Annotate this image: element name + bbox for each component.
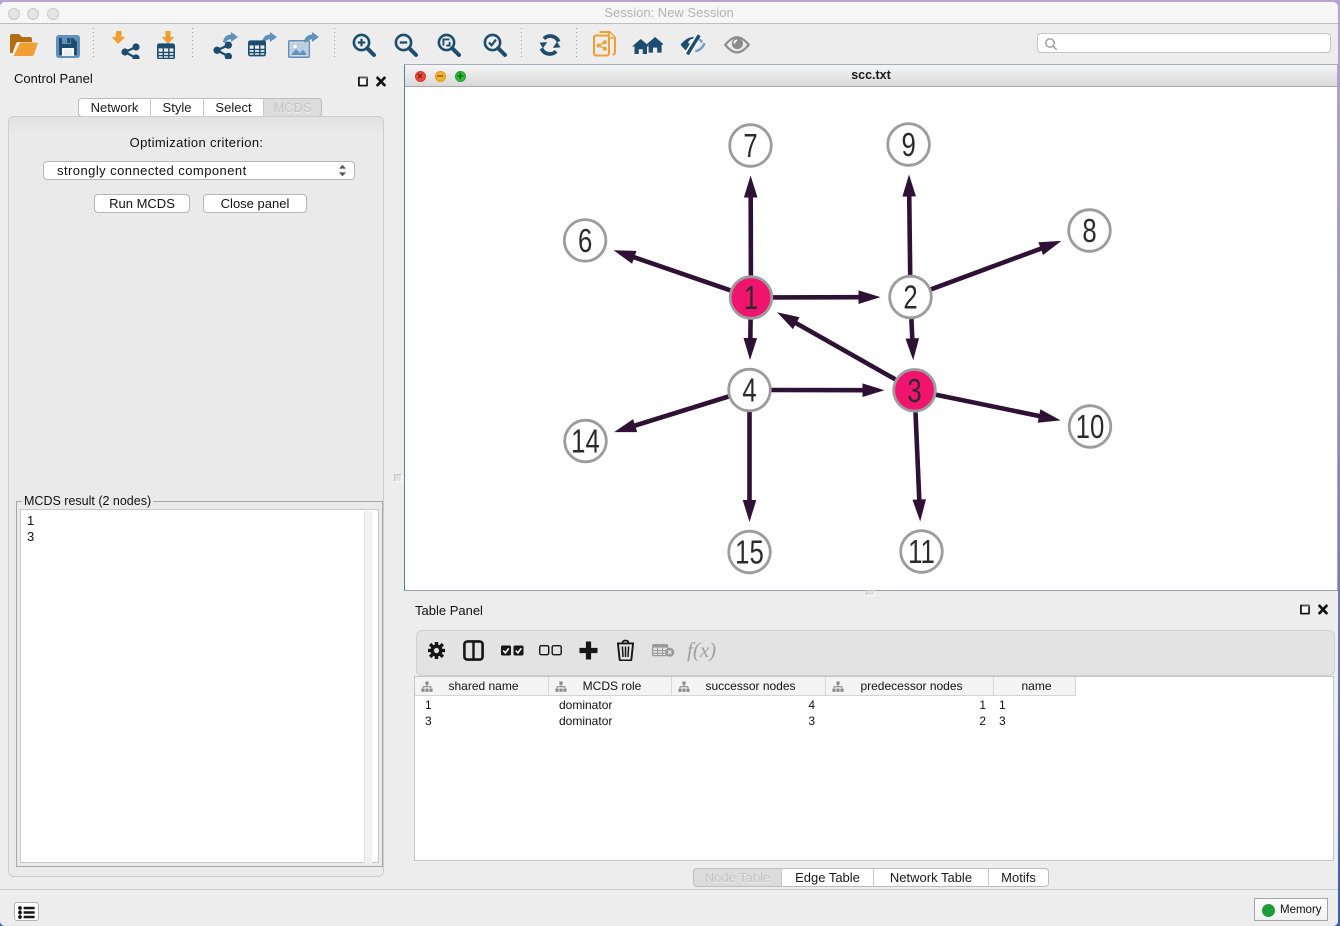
svg-text:6: 6 <box>578 223 592 260</box>
svg-text:2: 2 <box>903 280 917 317</box>
svg-text:9: 9 <box>901 127 915 164</box>
svg-text:15: 15 <box>735 535 764 572</box>
svg-text:10: 10 <box>1076 409 1105 446</box>
svg-text:3: 3 <box>907 373 921 410</box>
svg-text:11: 11 <box>908 534 935 571</box>
svg-text:7: 7 <box>743 128 757 165</box>
svg-text:1: 1 <box>744 280 758 317</box>
svg-text:8: 8 <box>1082 213 1096 250</box>
svg-text:14: 14 <box>571 424 600 461</box>
svg-text:4: 4 <box>742 373 756 410</box>
